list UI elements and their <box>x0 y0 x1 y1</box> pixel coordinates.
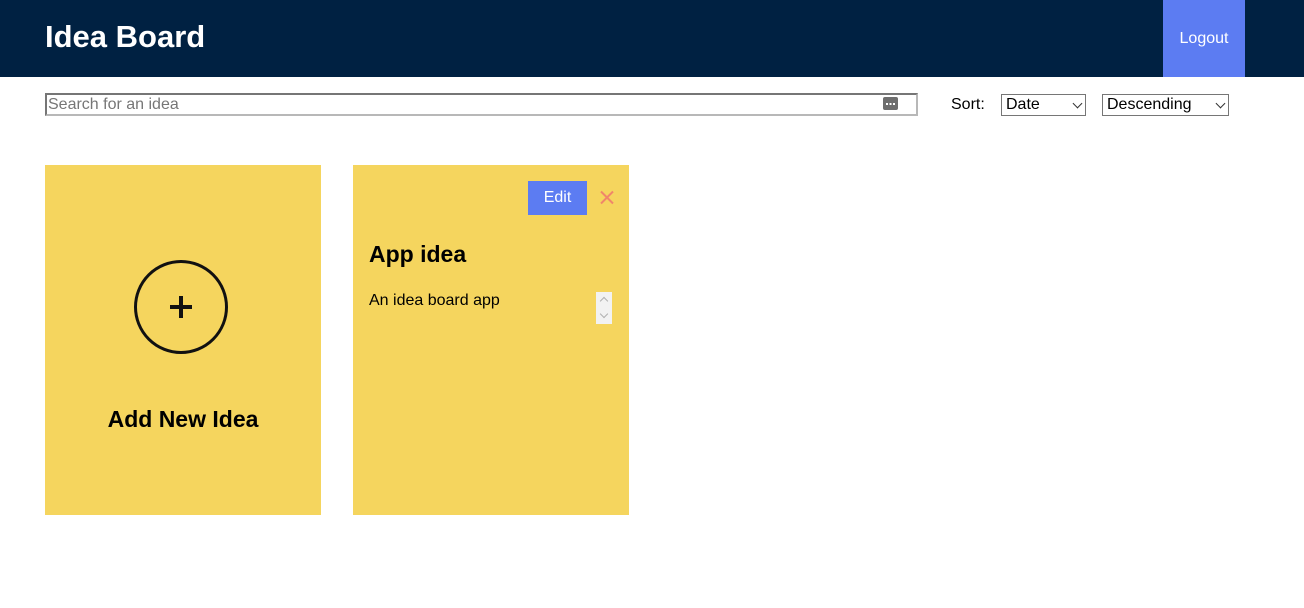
sort-field-select[interactable]: Date <box>1001 94 1086 116</box>
idea-title: App idea <box>369 241 467 267</box>
add-new-idea-label: Add New Idea <box>107 406 259 432</box>
idea-card: Edit App idea An idea board app <box>353 165 629 515</box>
idea-body: An idea board app <box>369 292 500 309</box>
sort-field-value: Date <box>1006 96 1040 113</box>
top-bar: Idea Board Logout <box>0 0 1304 77</box>
sort-order-select[interactable]: Descending <box>1102 94 1229 116</box>
edit-button[interactable]: Edit <box>528 181 587 215</box>
sort-label: Sort: <box>951 96 985 113</box>
chevron-down-icon <box>1072 98 1083 109</box>
idea-body-scrollbar[interactable] <box>596 292 612 324</box>
search-box[interactable] <box>45 93 918 116</box>
keyboard-icon[interactable] <box>883 97 898 110</box>
app-title: Idea Board <box>45 19 206 54</box>
sort-order-value: Descending <box>1107 96 1192 113</box>
scroll-up-icon[interactable] <box>599 296 609 306</box>
search-input[interactable] <box>47 95 878 114</box>
plus-circle-icon[interactable] <box>134 260 228 354</box>
add-new-idea-card[interactable]: Add New Idea <box>45 165 321 515</box>
chevron-down-icon <box>1215 98 1226 109</box>
close-icon[interactable] <box>599 189 615 205</box>
logout-button[interactable]: Logout <box>1163 0 1245 77</box>
scroll-down-icon[interactable] <box>599 309 609 319</box>
